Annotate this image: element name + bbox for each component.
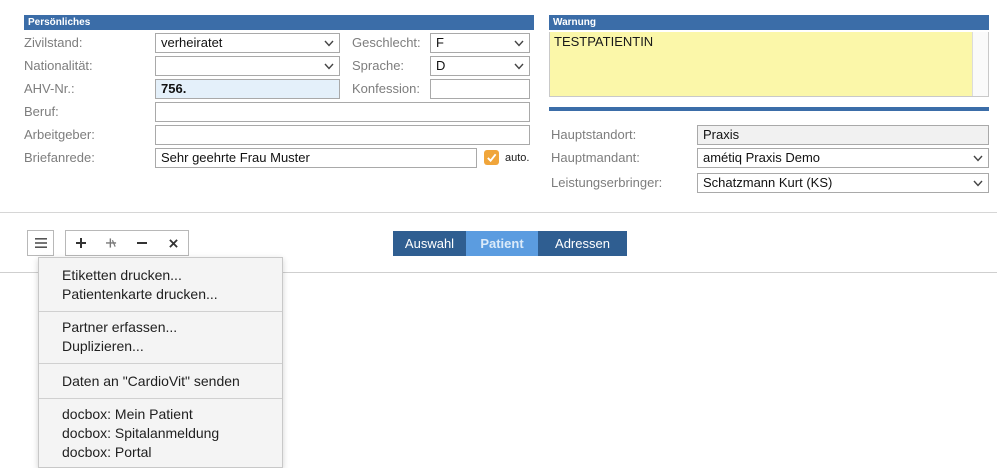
main-location-field: Praxis xyxy=(697,125,989,145)
chevron-down-icon xyxy=(319,57,339,75)
gender-value: F xyxy=(436,35,444,50)
menu-item-docbox-hospital-registration[interactable]: docbox: Spitalanmeldung xyxy=(62,424,219,443)
personal-header-text: Persönliches xyxy=(28,17,91,28)
main-client-value: amétiq Praxis Demo xyxy=(703,150,821,165)
menu-item-add-partner[interactable]: Partner erfassen... xyxy=(62,318,177,337)
checkmark-icon xyxy=(487,153,497,163)
divider xyxy=(549,107,989,111)
warning-header-text: Warnung xyxy=(553,17,596,28)
auto-label: auto. xyxy=(505,152,530,164)
chevron-down-icon xyxy=(968,149,988,167)
salutation-label: Briefanrede: xyxy=(24,150,95,165)
tab-auswahl[interactable]: Auswahl xyxy=(393,231,466,256)
context-menu: Etiketten drucken... Patientenkarte druc… xyxy=(38,257,283,468)
warning-text: TESTPATIENTIN xyxy=(554,34,654,49)
menu-separator xyxy=(39,363,282,364)
chevron-down-icon xyxy=(319,34,339,52)
salutation-input[interactable]: Sehr geehrte Frau Muster xyxy=(155,148,477,168)
confession-input[interactable] xyxy=(430,79,530,99)
profession-input[interactable] xyxy=(155,102,530,122)
confession-label: Konfession: xyxy=(352,81,420,96)
language-select[interactable]: D xyxy=(430,56,530,76)
ahv-label: AHV-Nr.: xyxy=(24,81,75,96)
personal-section-header: Persönliches xyxy=(24,15,534,30)
nationality-label: Nationalität: xyxy=(24,58,93,73)
menu-separator xyxy=(39,398,282,399)
main-client-select[interactable]: amétiq Praxis Demo xyxy=(697,148,989,168)
menu-item-docbox-portal[interactable]: docbox: Portal xyxy=(62,443,152,462)
profession-label: Beruf: xyxy=(24,104,59,119)
hamburger-icon xyxy=(34,238,47,248)
tab-patient[interactable]: Patient xyxy=(466,231,538,256)
minus-icon xyxy=(137,242,147,244)
menu-item-duplicate[interactable]: Duplizieren... xyxy=(62,337,144,356)
add-button[interactable] xyxy=(66,231,96,255)
language-value: D xyxy=(436,58,446,73)
provider-label: Leistungserbringer: xyxy=(551,175,663,190)
ahv-input[interactable]: 756. xyxy=(155,79,340,99)
menu-button[interactable] xyxy=(27,230,54,256)
chevron-down-icon xyxy=(509,57,529,75)
warning-scrollbar[interactable] xyxy=(972,32,988,96)
civil-status-select[interactable]: verheiratet xyxy=(155,33,340,53)
menu-item-docbox-my-patient[interactable]: docbox: Mein Patient xyxy=(62,405,193,424)
menu-item-print-labels[interactable]: Etiketten drucken... xyxy=(62,266,182,285)
employer-input[interactable] xyxy=(155,125,530,145)
chevron-down-icon xyxy=(509,34,529,52)
provider-value: Schatzmann Kurt (KS) xyxy=(703,175,833,190)
main-client-label: Hauptmandant: xyxy=(551,150,640,165)
provider-select[interactable]: Schatzmann Kurt (KS) xyxy=(697,173,989,193)
menu-item-send-cardiovit[interactable]: Daten an "CardioVit" senden xyxy=(62,372,240,391)
main-location-label: Hauptstandort: xyxy=(551,127,637,142)
gender-label: Geschlecht: xyxy=(352,35,421,50)
civil-status-label: Zivilstand: xyxy=(24,35,83,50)
warning-textarea[interactable]: TESTPATIENTIN xyxy=(549,32,989,97)
add-copy-button[interactable] xyxy=(96,231,126,255)
gender-select[interactable]: F xyxy=(430,33,530,53)
menu-separator xyxy=(39,311,282,312)
warning-section-header: Warnung xyxy=(549,15,989,30)
tab-adressen[interactable]: Adressen xyxy=(538,231,627,256)
chevron-down-icon xyxy=(968,174,988,192)
menu-item-print-patient-card[interactable]: Patientenkarte drucken... xyxy=(62,285,218,304)
auto-checkbox[interactable] xyxy=(484,150,499,165)
employer-label: Arbeitgeber: xyxy=(24,127,95,142)
nationality-select[interactable] xyxy=(155,56,340,76)
civil-status-value: verheiratet xyxy=(161,35,223,50)
plus-icon xyxy=(76,238,86,248)
remove-button[interactable] xyxy=(126,231,158,255)
x-icon xyxy=(168,238,178,248)
language-label: Sprache: xyxy=(352,58,405,73)
delete-button[interactable] xyxy=(158,231,188,255)
plus-strike-icon xyxy=(105,238,116,248)
panel-separator xyxy=(0,212,997,213)
